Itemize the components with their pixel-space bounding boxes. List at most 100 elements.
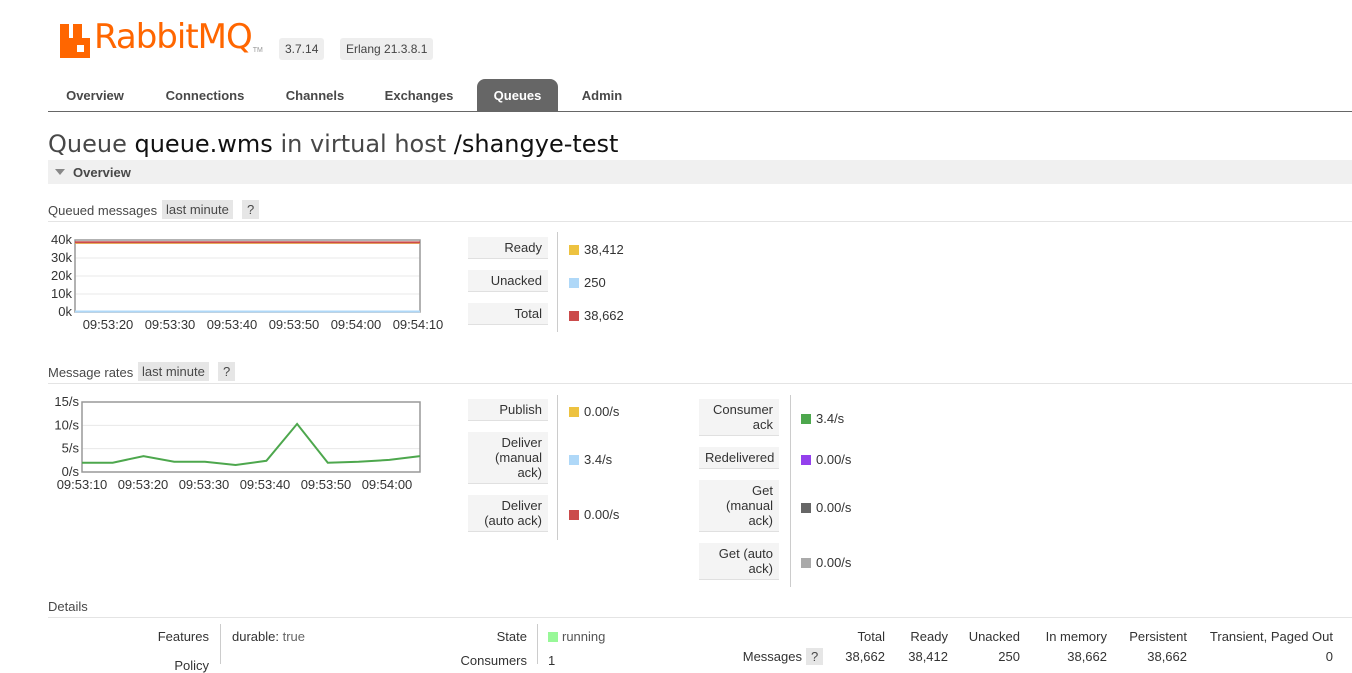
- y-tick-label: 10/s: [54, 417, 79, 432]
- legend-divider-right: [790, 395, 791, 587]
- legend-redelivered-value: 0.00/s: [801, 452, 851, 467]
- page-title: Queue queue.wms in virtual host /shangye…: [48, 130, 618, 158]
- legend-total-value: 38,662: [569, 308, 624, 323]
- x-tick-label: 09:53:40: [207, 317, 258, 332]
- details-header: Details: [48, 596, 1352, 618]
- message-rates-chart: 15/s10/s5/s0/s 09:53:1009:53:2009:53:300…: [40, 392, 460, 497]
- messages-in-memory: 38,662: [1030, 649, 1107, 664]
- messages-ready: 38,412: [890, 649, 948, 664]
- queued-help-button[interactable]: ?: [242, 200, 259, 219]
- x-tick-label: 09:53:40: [240, 477, 291, 492]
- features-value: durable: true: [232, 629, 305, 644]
- col-transient-paged-out: Transient, Paged Out: [1195, 629, 1333, 644]
- legend-get-auto-value: 0.00/s: [801, 555, 851, 570]
- x-tick-label: 09:53:50: [301, 477, 352, 492]
- state-label: State: [440, 629, 527, 644]
- legend-deliver-manual-label: Deliver (manual ack): [468, 432, 548, 484]
- rates-help-button[interactable]: ?: [218, 362, 235, 381]
- version-badge: 3.7.14: [279, 38, 324, 60]
- x-tick-label: 09:54:00: [362, 477, 413, 492]
- details-title: Details: [48, 599, 88, 614]
- x-tick-label: 09:53:30: [145, 317, 196, 332]
- legend-get-auto-label: Get (auto ack): [699, 543, 779, 580]
- tab-channels[interactable]: Channels: [270, 79, 360, 112]
- section-title: Overview: [73, 165, 131, 180]
- queued-range-selector[interactable]: last minute: [162, 200, 233, 219]
- legend-ready-label: Ready: [468, 237, 548, 259]
- legend-consumer-ack-value: 3.4/s: [801, 411, 844, 426]
- total-swatch: [569, 311, 579, 321]
- x-tick-label: 09:53:10: [57, 477, 108, 492]
- message-rates-title: Message rates: [48, 365, 133, 380]
- rates-range-selector[interactable]: last minute: [138, 362, 209, 381]
- series-line-consumer-ack: [82, 424, 420, 465]
- messages-persistent: 38,662: [1115, 649, 1187, 664]
- y-tick-label: 5/s: [62, 441, 80, 456]
- legend-divider: [557, 232, 558, 332]
- messages-total: 38,662: [830, 649, 885, 664]
- consumers-value: 1: [548, 653, 555, 668]
- messages-transient-paged-out: 0: [1195, 649, 1333, 664]
- queued-messages-header: Queued messages last minute ?: [48, 200, 1352, 222]
- details-divider: [220, 624, 221, 664]
- title-mid: in virtual host: [280, 130, 446, 158]
- queue-name: queue.wms: [134, 130, 272, 158]
- y-tick-label: 40k: [51, 232, 72, 247]
- consumer-ack-swatch: [801, 414, 811, 424]
- policy-label: Policy: [120, 658, 209, 673]
- x-tick-label: 09:54:10: [393, 317, 444, 332]
- deliver-auto-swatch: [569, 510, 579, 520]
- legend-divider: [557, 395, 558, 540]
- state-value: running: [548, 629, 605, 644]
- get-auto-swatch: [801, 558, 811, 568]
- legend-deliver-auto-value: 0.00/s: [569, 507, 619, 522]
- vhost-name: /shangye-test: [454, 130, 619, 158]
- y-tick-label: 0k: [58, 304, 72, 319]
- overview-section-toggle[interactable]: Overview: [48, 160, 1352, 184]
- redelivered-swatch: [801, 455, 811, 465]
- legend-unacked-label: Unacked: [468, 270, 548, 292]
- legend-ready-value: 38,412: [569, 242, 624, 257]
- legend-deliver-auto-label: Deliver (auto ack): [468, 495, 548, 532]
- legend-publish-value: 0.00/s: [569, 404, 619, 419]
- get-manual-swatch: [801, 503, 811, 513]
- col-total: Total: [830, 629, 885, 644]
- queued-messages-title: Queued messages: [48, 203, 157, 218]
- details-divider-2: [537, 624, 538, 664]
- legend-get-manual-value: 0.00/s: [801, 500, 851, 515]
- col-persistent: Persistent: [1115, 629, 1187, 644]
- x-tick-label: 09:54:00: [331, 317, 382, 332]
- x-tick-label: 09:53:20: [83, 317, 134, 332]
- messages-unacked: 250: [955, 649, 1020, 664]
- features-label: Features: [120, 629, 209, 644]
- main-nav-tabs: Overview Connections Channels Exchanges …: [48, 79, 1352, 112]
- state-running-swatch: [548, 632, 558, 642]
- tab-admin[interactable]: Admin: [568, 79, 636, 112]
- title-prefix: Queue: [48, 130, 127, 158]
- tab-exchanges[interactable]: Exchanges: [370, 79, 468, 112]
- tab-overview[interactable]: Overview: [48, 79, 142, 112]
- messages-help-button[interactable]: ?: [806, 648, 823, 665]
- col-unacked: Unacked: [955, 629, 1020, 644]
- publish-swatch: [569, 407, 579, 417]
- legend-unacked-value: 250: [569, 275, 606, 290]
- legend-total-label: Total: [468, 303, 548, 325]
- legend-get-manual-label: Get (manual ack): [699, 480, 779, 532]
- messages-label: Messages: [720, 649, 802, 664]
- x-tick-label: 09:53:30: [179, 477, 230, 492]
- deliver-manual-swatch: [569, 455, 579, 465]
- rabbitmq-logo[interactable]: RabbitMQ TM: [60, 18, 263, 58]
- col-ready: Ready: [890, 629, 948, 644]
- col-in-memory: In memory: [1030, 629, 1107, 644]
- legend-deliver-manual-value: 3.4/s: [569, 452, 612, 467]
- collapse-triangle-icon: [55, 169, 65, 175]
- logo-text: RabbitMQ: [94, 20, 252, 58]
- y-tick-label: 20k: [51, 268, 72, 283]
- y-tick-label: 30k: [51, 250, 72, 265]
- tab-queues[interactable]: Queues: [477, 79, 558, 112]
- legend-publish-label: Publish: [468, 399, 548, 421]
- y-tick-label: 10k: [51, 286, 72, 301]
- unacked-swatch: [569, 278, 579, 288]
- tab-connections[interactable]: Connections: [151, 79, 259, 112]
- consumers-label: Consumers: [440, 653, 527, 668]
